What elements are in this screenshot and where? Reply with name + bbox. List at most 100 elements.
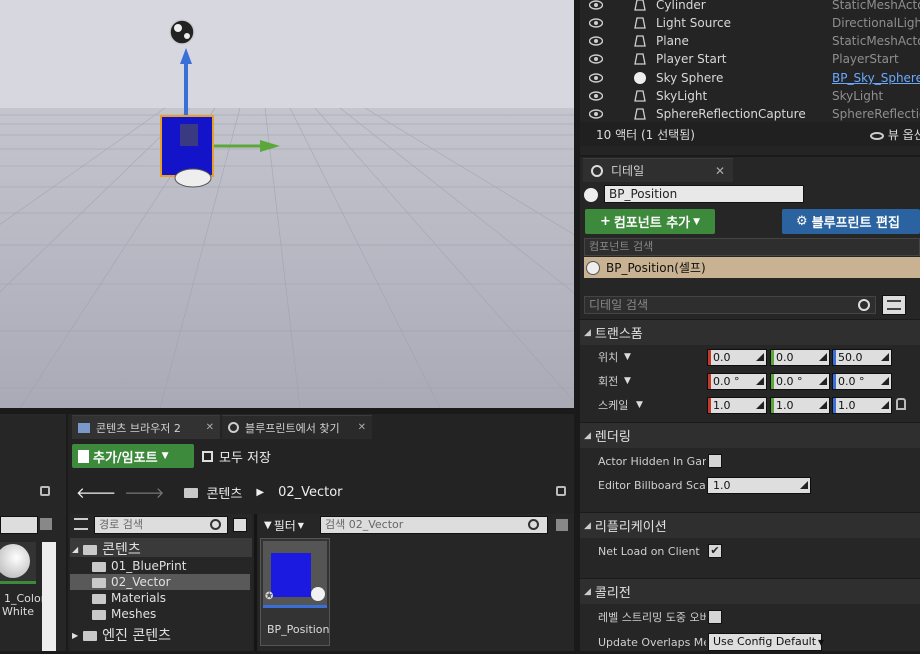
material-thumbnail[interactable] — [0, 542, 36, 584]
section-replication[interactable]: ◢ 리플리케이션 — [580, 512, 920, 538]
location-z-field[interactable]: 50.0 — [832, 348, 892, 366]
eye-icon[interactable] — [588, 17, 604, 29]
billboard-scale-row: Editor Billboard Scale 1.0 — [580, 473, 920, 497]
rotation-x-field[interactable]: 0.0 ° — [707, 372, 767, 390]
tree-item-vector[interactable]: 02_Vector — [92, 575, 171, 589]
back-arrow-icon[interactable]: 🡐 — [76, 483, 116, 502]
update-overlaps-row: Update Overlaps Method Use Config Defaul… — [580, 630, 920, 654]
outliner-row[interactable]: Light Source DirectionalLight — [580, 14, 920, 32]
outliner-row[interactable]: SkyLight SkyLight — [580, 87, 920, 105]
sphere-icon — [633, 71, 647, 85]
eye-icon[interactable] — [588, 0, 604, 11]
component-search-input[interactable]: 컴포넌트 검색 — [584, 238, 920, 256]
location-row: 위치 ▼ 0.0 0.0 50.0 — [580, 345, 920, 369]
collapse-arrow-icon: ◢ — [584, 430, 591, 441]
outliner-row-type: StaticMeshActor — [832, 34, 920, 48]
left-search-input[interactable] — [0, 516, 38, 534]
tree-item-blueprint[interactable]: 01_BluePrint — [92, 559, 186, 573]
scale-x-field[interactable]: 1.0 — [707, 396, 767, 414]
scale-z-field[interactable]: 1.0 — [832, 396, 892, 414]
location-x-field[interactable]: 0.0 — [707, 348, 767, 366]
scale-y-field[interactable]: 1.0 — [770, 396, 830, 414]
asset-type-stripe — [263, 605, 327, 608]
eye-icon[interactable] — [588, 108, 604, 120]
actor-name-field[interactable]: BP_Position — [604, 185, 804, 203]
outliner-row[interactable]: SphereReflectionCapture SphereReflection — [580, 105, 920, 123]
billboard-scale-field[interactable]: 1.0 — [707, 476, 811, 494]
update-overlaps-dropdown[interactable]: Use Config Default ▼ — [708, 633, 824, 651]
outliner-row-type: PlayerStart — [832, 52, 899, 66]
lock-icon[interactable] — [556, 486, 566, 496]
viewport-floor-grid — [0, 0, 574, 408]
scale-row: 스케일 ▼ 1.0 1.0 1.0 — [580, 393, 920, 417]
folder-icon — [92, 610, 106, 620]
outliner-row[interactable]: Cylinder StaticMeshActor — [580, 0, 920, 14]
rotation-y-field[interactable]: 0.0 ° — [770, 372, 830, 390]
outliner-row-type: SphereReflection — [832, 107, 920, 121]
breadcrumb-current[interactable]: 02_Vector — [278, 485, 342, 500]
section-transform[interactable]: ◢ 트랜스폼 — [580, 319, 920, 345]
actor-count: 10 액터 (1 선택됨) — [596, 128, 695, 142]
forward-arrow-icon[interactable]: 🡒 — [124, 483, 164, 502]
self-component-row[interactable]: BP_Position(셀프) — [584, 257, 920, 278]
tab-find-in-blueprints[interactable]: 블루프린트에서 찾기 ✕ — [222, 415, 372, 439]
outliner-row-label: Player Start — [656, 52, 727, 66]
add-component-button[interactable]: + 컴포넌트 추가 ▼ — [585, 209, 715, 234]
dropdown-arrow-icon: ▼ — [624, 352, 631, 362]
level-viewport[interactable] — [0, 0, 574, 408]
panel-splitter[interactable] — [254, 514, 257, 651]
save-icon[interactable] — [40, 518, 52, 530]
eye-icon[interactable] — [588, 72, 604, 84]
tree-item-materials[interactable]: Materials — [92, 591, 166, 605]
outliner-row[interactable]: Sky Sphere BP_Sky_Sphere — [580, 69, 920, 87]
lock-icon[interactable] — [896, 398, 906, 410]
outliner-row-type[interactable]: BP_Sky_Sphere — [832, 71, 920, 85]
close-tab-icon[interactable]: ✕ — [206, 422, 214, 433]
asset-tile-bp-position[interactable]: ✪ BP_Position — [260, 538, 330, 646]
rotation-z-field[interactable]: 0.0 ° — [832, 372, 892, 390]
eye-icon[interactable] — [588, 90, 604, 102]
world-outliner: Cylinder StaticMeshActor Light Source Direc… — [580, 0, 920, 155]
save-search-icon[interactable] — [556, 519, 568, 531]
eye-icon[interactable] — [588, 35, 604, 47]
chevron-right-icon: ▶ — [256, 486, 265, 498]
actor-hidden-checkbox[interactable] — [708, 454, 722, 468]
breadcrumb: 🡐 🡒 콘텐츠 ▶ 02_Vector — [76, 482, 343, 502]
location-y-field[interactable]: 0.0 — [770, 348, 830, 366]
section-rendering[interactable]: ◢ 렌더링 — [580, 422, 920, 448]
folder-icon — [83, 545, 98, 555]
section-collision[interactable]: ◢ 콜리전 — [580, 578, 920, 604]
tree-item-meshes[interactable]: Meshes — [92, 607, 156, 621]
tab-content-browser[interactable]: 콘텐츠 브라우저 2 ✕ — [72, 415, 220, 439]
net-load-checkbox[interactable]: ✔ — [708, 544, 722, 558]
tree-item-engine-content[interactable]: ▶ 엔진 콘텐츠 — [72, 625, 171, 645]
filter-menu-icon[interactable] — [233, 518, 247, 532]
close-tab-icon[interactable]: ✕ — [715, 164, 725, 178]
folder-icon — [184, 488, 199, 498]
save-icon — [202, 450, 213, 462]
edit-blueprint-button[interactable]: ⚙ 블루프린트 편집 — [782, 209, 920, 234]
left-scrollbar[interactable] — [42, 542, 56, 651]
filter-button[interactable]: ▼ 필터 ▼ — [264, 516, 304, 534]
collapse-arrow-icon: ◢ — [584, 327, 591, 338]
close-tab-icon[interactable]: ✕ — [358, 422, 366, 433]
magnifier-icon — [228, 422, 239, 433]
path-search-input[interactable]: 경로 검색 — [94, 516, 228, 534]
details-search-input[interactable]: 디테일 검색 — [584, 296, 876, 314]
lock-icon[interactable] — [40, 486, 50, 496]
outliner-row[interactable]: Plane StaticMeshActor — [580, 32, 920, 50]
breadcrumb-root[interactable]: 콘텐츠 — [206, 483, 242, 502]
asset-search-input[interactable]: 검색 02_Vector — [320, 516, 548, 534]
view-options-button[interactable]: 뷰 옵션 — [870, 126, 920, 143]
property-matrix-button[interactable] — [882, 295, 906, 315]
tab-details[interactable]: 디테일 ✕ — [583, 158, 733, 182]
net-load-row: Net Load on Client ✔ — [580, 539, 920, 563]
eye-icon[interactable] — [588, 53, 604, 65]
save-all-button[interactable]: 모두 저장 — [202, 444, 271, 468]
sources-toggle-icon[interactable] — [74, 518, 88, 530]
dropdown-arrow-icon: ▼ — [636, 400, 643, 410]
add-import-button[interactable]: 추가/임포트 ▼ — [72, 444, 194, 468]
outliner-row[interactable]: Player Start PlayerStart — [580, 50, 920, 68]
search-icon — [858, 299, 870, 311]
streaming-overlap-checkbox[interactable] — [708, 610, 722, 624]
